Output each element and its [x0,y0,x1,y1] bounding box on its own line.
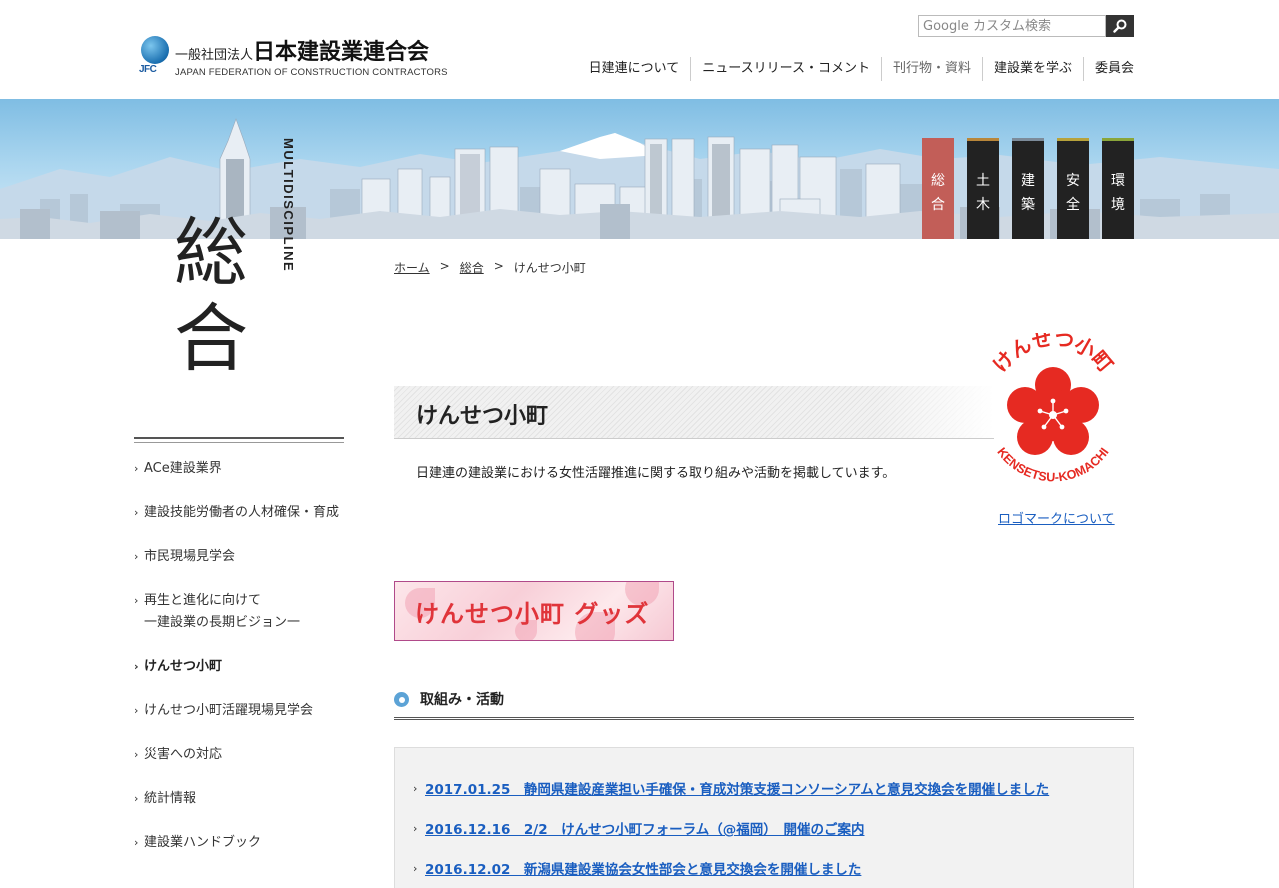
sidebar-item-long-term-vision[interactable]: › 再生と進化に向けて 一建設業の長期ビジョン一 [134,590,344,634]
goods-banner-text: けんせつ小町 グッズ [415,600,650,628]
nav-publications[interactable]: 刊行物・資料 [880,57,982,81]
news-link[interactable]: 2016.12.02 新潟県建設業協会女性部会と意見交換会を開催しました [425,858,861,878]
chevron-right-icon: › [134,506,139,519]
goods-banner[interactable]: けんせつ小町 グッズ [394,581,674,641]
chevron-right-icon: › [134,704,139,717]
logo-globe-icon: JFC [139,34,171,78]
list-item: › 2016.12.16 2/2 けんせつ小町フォーラム（@福岡） 開催のご案内 [395,808,1133,848]
sidebar-item-handbook[interactable]: › 建設業ハンドブック [134,832,344,854]
tab-environment[interactable]: 環境 [1102,138,1134,239]
chevron-right-icon: › [134,594,139,607]
circle-bullet-icon [394,692,409,707]
nav-learn[interactable]: 建設業を学ぶ [981,57,1083,81]
page-title: けんせつ小町 [416,404,549,429]
global-nav: 日建連について ニュースリリース・コメント 刊行物・資料 建設業を学ぶ 委員会 [578,57,1134,81]
chevron-right-icon: › [134,660,139,673]
search-button[interactable] [1106,15,1134,37]
chevron-right-icon: › [413,821,418,835]
search-input[interactable] [918,15,1106,37]
site-search [918,15,1134,37]
sidebar-item-ace[interactable]: › ACe建設業界 [134,458,344,480]
breadcrumb-parent[interactable]: 総合 [460,259,484,276]
news-list: › 2017.01.25 静岡県建設産業担い手確保・育成対策支援コンソーシアムと… [394,747,1134,888]
tab-architecture[interactable]: 建築 [1012,138,1044,239]
sidebar-item-komachi-site-tour[interactable]: › けんせつ小町活躍現場見学会 [134,700,344,722]
site-logo[interactable]: JFC 一般社団法人 日本建設業連合会 JAPAN FEDERATION OF … [139,34,448,78]
chevron-right-icon: › [134,792,139,805]
section-heading: 総 合 [174,210,248,382]
breadcrumb-home[interactable]: ホーム [394,259,430,276]
category-tabs: 総合 土木 建築 安全 環境 [922,138,1134,239]
nav-news[interactable]: ニュースリリース・コメント [690,57,881,81]
org-name-en: JAPAN FEDERATION OF CONSTRUCTION CONTRAC… [175,67,448,78]
list-item: › 2016.12.02 新潟県建設業協会女性部会と意見交換会を開催しました [395,848,1133,888]
news-link[interactable]: 2017.01.25 静岡県建設産業担い手確保・育成対策支援コンソーシアムと意見… [425,778,1049,798]
nav-about[interactable]: 日建連について [578,57,691,81]
chevron-right-icon: › [134,550,139,563]
site-header: JFC 一般社団法人 日本建設業連合会 JAPAN FEDERATION OF … [0,0,1279,99]
tab-general[interactable]: 総合 [922,138,954,239]
page-title-bar: けんせつ小町 [394,386,994,439]
kensetsu-komachi-logo: けんせつ小町 KENSETSU-KOMACHI [988,333,1118,485]
list-item: › 2017.01.25 静岡県建設産業担い手確保・育成対策支援コンソーシアムと… [395,768,1133,808]
sidebar-item-kensetsu-komachi[interactable]: › けんせつ小町 [134,656,344,678]
org-name: 日本建設業連合会 [253,40,430,65]
tab-safety[interactable]: 安全 [1057,138,1089,239]
svg-text:KENSETSU-KOMACHI: KENSETSU-KOMACHI [994,445,1111,485]
chevron-right-icon: › [134,748,139,761]
sidebar-item-site-tour[interactable]: › 市民現場見学会 [134,546,344,568]
news-link[interactable]: 2016.12.16 2/2 けんせつ小町フォーラム（@福岡） 開催のご案内 [425,818,864,838]
sidebar-nav: › ACe建設業界 › 建設技能労働者の人材確保・育成 › 市民現場見学会 › … [134,458,344,876]
sidebar-divider [134,437,344,443]
logo-about-link[interactable]: ロゴマークについて [998,508,1115,527]
sidebar-item-disaster[interactable]: › 災害への対応 [134,744,344,766]
section-subheading: MULTIDISCIPLINE [281,138,296,273]
search-icon [1113,19,1127,33]
org-prefix: 一般社団法人 [175,48,254,63]
tab-civil[interactable]: 土木 [967,138,999,239]
sidebar-item-statistics[interactable]: › 統計情報 [134,788,344,810]
chevron-right-icon: › [134,836,139,849]
intro-text: 日建連の建設業における女性活躍推進に関する取り組みや活動を掲載しています。 [416,466,896,481]
nav-committees[interactable]: 委員会 [1082,57,1134,81]
breadcrumb-current: けんせつ小町 [513,261,586,275]
chevron-right-icon: › [134,462,139,475]
sidebar-item-workforce[interactable]: › 建設技能労働者の人材確保・育成 [134,502,344,524]
chevron-right-icon: › [413,861,418,875]
breadcrumb: ホーム > 総合 > けんせつ小町 [394,259,586,276]
activities-heading: 取組み・活動 [394,686,1134,720]
chevron-right-icon: › [413,781,418,795]
